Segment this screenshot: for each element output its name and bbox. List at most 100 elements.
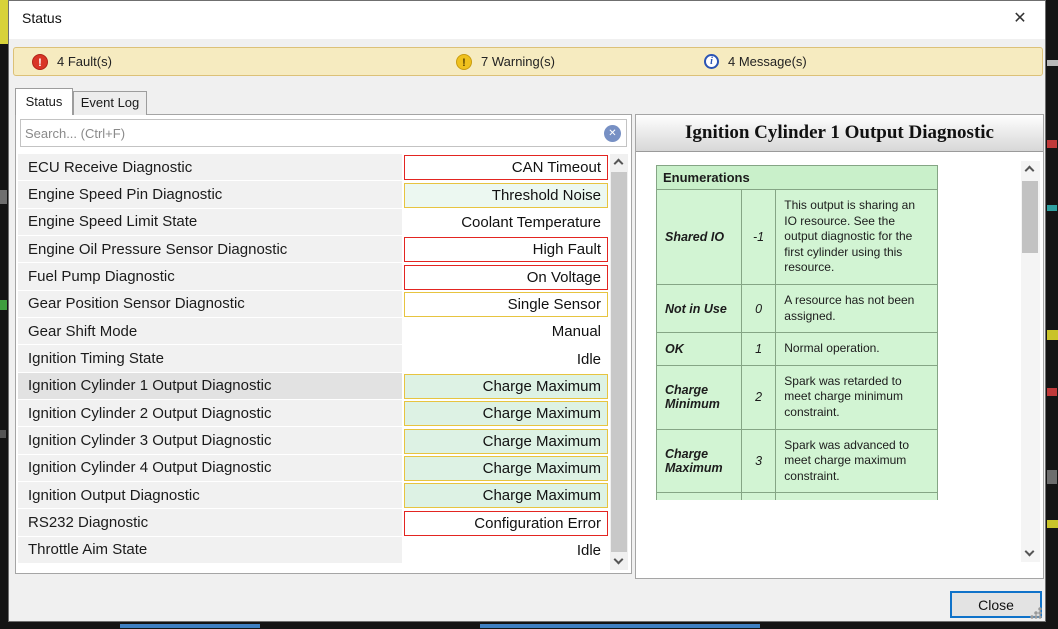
status-row-value: CAN Timeout <box>404 155 608 180</box>
scrollbar-thumb[interactable] <box>1022 181 1038 253</box>
info-icon: i <box>704 54 719 69</box>
enum-value: 3 <box>741 429 775 493</box>
status-row-label: Ignition Cylinder 4 Output Diagnostic <box>18 455 402 482</box>
status-list-scrollbar[interactable] <box>610 154 628 570</box>
status-row-value: Charge Maximum <box>404 374 608 399</box>
detail-panel-title: Ignition Cylinder 1 Output Diagnostic <box>636 115 1043 152</box>
window-title: Status <box>22 10 62 26</box>
close-button[interactable]: Close <box>950 591 1042 618</box>
tab-event-log[interactable]: Event Log <box>73 91 147 115</box>
status-row-value: Manual <box>404 319 608 344</box>
enum-row: Charge Minimum2Spark was retarded to mee… <box>657 365 938 429</box>
scrollbar-thumb[interactable] <box>611 172 627 552</box>
status-row-label: Ignition Output Diagnostic <box>18 482 402 509</box>
status-tab-page: ✕ ECU Receive DiagnosticCAN TimeoutEngin… <box>15 114 632 574</box>
status-row-label: Throttle Aim State <box>18 537 402 564</box>
enum-value: -1 <box>741 190 775 285</box>
status-row-label: Engine Speed Pin Diagnostic <box>18 181 402 208</box>
message-summary[interactable]: i 4 Message(s) <box>704 48 807 75</box>
status-row[interactable]: Gear Shift ModeManual <box>18 318 610 345</box>
enumerations-header: Enumerations <box>657 166 938 190</box>
background-fragment <box>0 300 7 310</box>
window-close-icon[interactable]: ✕ <box>1009 8 1031 30</box>
status-row-label: Engine Oil Pressure Sensor Diagnostic <box>18 236 402 263</box>
warning-count-label: 7 Warning(s) <box>481 54 555 69</box>
status-row-value: Charge Maximum <box>404 456 608 481</box>
scroll-down-icon[interactable] <box>610 554 628 570</box>
status-row-value: Configuration Error <box>404 511 608 536</box>
status-row-label: Ignition Timing State <box>18 345 402 372</box>
warning-summary[interactable]: ! 7 Warning(s) <box>456 48 555 75</box>
alert-bar: ! 4 Fault(s) ! 7 Warning(s) i 4 Message(… <box>13 47 1043 76</box>
fault-summary[interactable]: ! 4 Fault(s) <box>32 48 112 75</box>
scroll-up-icon[interactable] <box>610 154 628 170</box>
enum-description: Normal operation. <box>776 333 938 366</box>
enum-row: OK1Normal operation. <box>657 333 938 366</box>
status-row-value: Threshold Noise <box>404 183 608 208</box>
status-row[interactable]: Engine Speed Pin DiagnosticThreshold Noi… <box>18 181 610 208</box>
status-row-value: On Voltage <box>404 265 608 290</box>
status-row[interactable]: ECU Receive DiagnosticCAN Timeout <box>18 154 610 181</box>
clear-search-icon[interactable]: ✕ <box>604 125 621 142</box>
status-row[interactable]: Ignition Cylinder 1 Output DiagnosticCha… <box>18 373 610 400</box>
enum-value: 0 <box>741 284 775 332</box>
enumerations-table: Enumerations Shared IO-1This output is s… <box>656 165 938 500</box>
scroll-up-icon[interactable] <box>1021 161 1040 177</box>
enum-description: This output is sharing an IO resource. S… <box>776 190 938 285</box>
status-row-label: Ignition Cylinder 2 Output Diagnostic <box>18 400 402 427</box>
fault-icon: ! <box>32 54 48 70</box>
status-row[interactable]: Fuel Pump DiagnosticOn Voltage <box>18 263 610 290</box>
enum-row: Charge Maximum3Spark was advanced to mee… <box>657 429 938 493</box>
enum-description: A resource has not been assigned. <box>776 284 938 332</box>
search-input[interactable] <box>25 122 597 144</box>
status-row-label: Ignition Cylinder 1 Output Diagnostic <box>18 373 402 400</box>
search-box: ✕ <box>20 119 627 147</box>
background-fragment <box>1047 330 1058 340</box>
detail-panel-body: Enumerations Shared IO-1This output is s… <box>636 153 1043 578</box>
status-row-value: Coolant Temperature <box>404 210 608 235</box>
background-fragment <box>480 624 760 628</box>
status-row[interactable]: Gear Position Sensor DiagnosticSingle Se… <box>18 291 610 318</box>
status-dialog: Status ✕ ! 4 Fault(s) ! 7 Warning(s) i 4… <box>8 0 1046 622</box>
status-row-value: Charge Maximum <box>404 401 608 426</box>
background-fragment <box>1047 388 1057 396</box>
resize-grip[interactable] <box>1030 607 1042 619</box>
enum-name: Charge Minimum <box>657 365 742 429</box>
status-row-label: ECU Receive Diagnostic <box>18 154 402 181</box>
status-row[interactable]: Throttle Aim StateIdle <box>18 537 610 564</box>
enum-row-partial <box>657 493 938 500</box>
background-fragment <box>0 430 6 438</box>
status-row-label: RS232 Diagnostic <box>18 509 402 536</box>
status-row-label: Engine Speed Limit State <box>18 209 402 236</box>
status-row-value: High Fault <box>404 237 608 262</box>
detail-scrollbar[interactable] <box>1021 161 1040 562</box>
background-fragment <box>1047 470 1057 484</box>
status-row[interactable]: Ignition Cylinder 2 Output DiagnosticCha… <box>18 400 610 427</box>
detail-panel: Ignition Cylinder 1 Output Diagnostic En… <box>635 114 1044 579</box>
status-row[interactable]: Engine Oil Pressure Sensor DiagnosticHig… <box>18 236 610 263</box>
status-row[interactable]: Engine Speed Limit StateCoolant Temperat… <box>18 209 610 236</box>
background-fragment <box>1047 60 1058 66</box>
status-row[interactable]: Ignition Timing StateIdle <box>18 345 610 372</box>
enum-description: Spark was advanced to meet charge maximu… <box>776 429 938 493</box>
enum-description: Spark was retarded to meet charge minimu… <box>776 365 938 429</box>
message-count-label: 4 Message(s) <box>728 54 807 69</box>
background-fragment <box>1047 205 1057 211</box>
enum-name: Shared IO <box>657 190 742 285</box>
background-fragment <box>0 0 8 44</box>
enum-value: 1 <box>741 333 775 366</box>
background-fragment <box>0 190 7 204</box>
enum-name: OK <box>657 333 742 366</box>
enum-row: Shared IO-1This output is sharing an IO … <box>657 190 938 285</box>
background-fragment <box>120 624 260 628</box>
status-row-label: Gear Shift Mode <box>18 318 402 345</box>
enum-name: Charge Maximum <box>657 429 742 493</box>
scroll-down-icon[interactable] <box>1021 546 1040 562</box>
status-row-label: Gear Position Sensor Diagnostic <box>18 291 402 318</box>
tab-status[interactable]: Status <box>15 88 73 115</box>
status-row[interactable]: Ignition Cylinder 4 Output DiagnosticCha… <box>18 455 610 482</box>
warning-icon: ! <box>456 54 472 70</box>
status-row[interactable]: RS232 DiagnosticConfiguration Error <box>18 509 610 536</box>
status-row[interactable]: Ignition Cylinder 3 Output DiagnosticCha… <box>18 427 610 454</box>
status-row[interactable]: Ignition Output DiagnosticCharge Maximum <box>18 482 610 509</box>
